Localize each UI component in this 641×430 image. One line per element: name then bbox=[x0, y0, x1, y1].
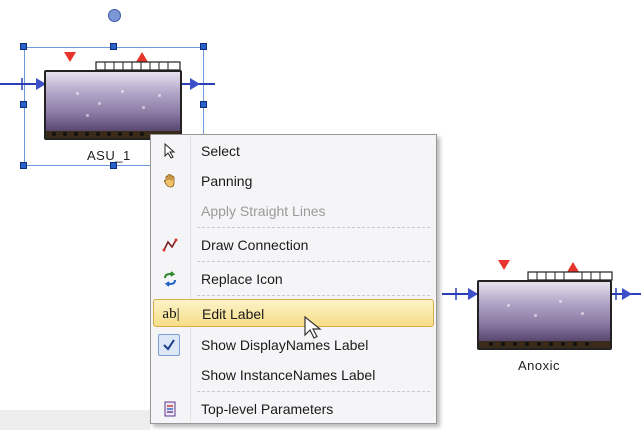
menu-item-label: Panning bbox=[201, 173, 253, 189]
menu-item-label: Select bbox=[201, 143, 240, 159]
menu-item-label: Apply Straight Lines bbox=[201, 203, 326, 219]
replace-arrows-icon bbox=[161, 271, 179, 287]
menu-item-label: Replace Icon bbox=[201, 271, 283, 287]
menu-item-show-displaynames-label[interactable]: Show DisplayNames Label bbox=[153, 331, 434, 359]
connection-line-icon bbox=[161, 237, 179, 253]
menu-item-show-instancenames-label[interactable]: Show InstanceNames Label bbox=[153, 361, 434, 389]
ab-text-icon: ab| bbox=[162, 306, 180, 322]
menu-item-panning[interactable]: Panning bbox=[153, 167, 434, 195]
mouse-cursor-icon bbox=[304, 315, 322, 339]
outlet-marker bbox=[136, 52, 148, 62]
menu-separator bbox=[197, 227, 430, 228]
menu-item-top-level-parameters[interactable]: Top-level Parameters bbox=[153, 395, 434, 423]
horizontal-scrollbar[interactable] bbox=[0, 410, 150, 430]
tank-icon bbox=[477, 280, 612, 350]
menu-item-draw-connection[interactable]: Draw Connection bbox=[153, 231, 434, 259]
menu-item-label: Show InstanceNames Label bbox=[201, 367, 376, 383]
menu-separator bbox=[197, 261, 430, 262]
unit-label[interactable]: ASU_1 bbox=[87, 148, 131, 163]
menu-item-label: Show DisplayNames Label bbox=[201, 337, 369, 353]
parameters-document-icon bbox=[161, 401, 179, 417]
menu-separator bbox=[197, 391, 430, 392]
menu-item-label: Edit Label bbox=[202, 306, 265, 322]
menu-item-select[interactable]: Select bbox=[153, 137, 434, 165]
menu-item-label: Top-level Parameters bbox=[201, 401, 334, 417]
cursor-arrow-icon bbox=[161, 142, 179, 159]
menu-separator bbox=[197, 295, 430, 296]
hand-icon bbox=[161, 173, 179, 189]
inlet-marker bbox=[64, 52, 76, 62]
menu-item-apply-straight-lines[interactable]: Apply Straight Lines bbox=[153, 197, 434, 225]
menu-item-replace-icon[interactable]: Replace Icon bbox=[153, 265, 434, 293]
menu-item-edit-label[interactable]: ab| Edit Label bbox=[153, 299, 434, 327]
tank-icon bbox=[44, 70, 182, 140]
menu-item-label: Draw Connection bbox=[201, 237, 309, 253]
check-icon bbox=[158, 334, 180, 356]
unit-anoxic[interactable]: Anoxic bbox=[430, 250, 641, 380]
unit-label[interactable]: Anoxic bbox=[518, 358, 560, 373]
context-menu: Select Panning Apply Straight Lines Draw… bbox=[150, 134, 437, 424]
